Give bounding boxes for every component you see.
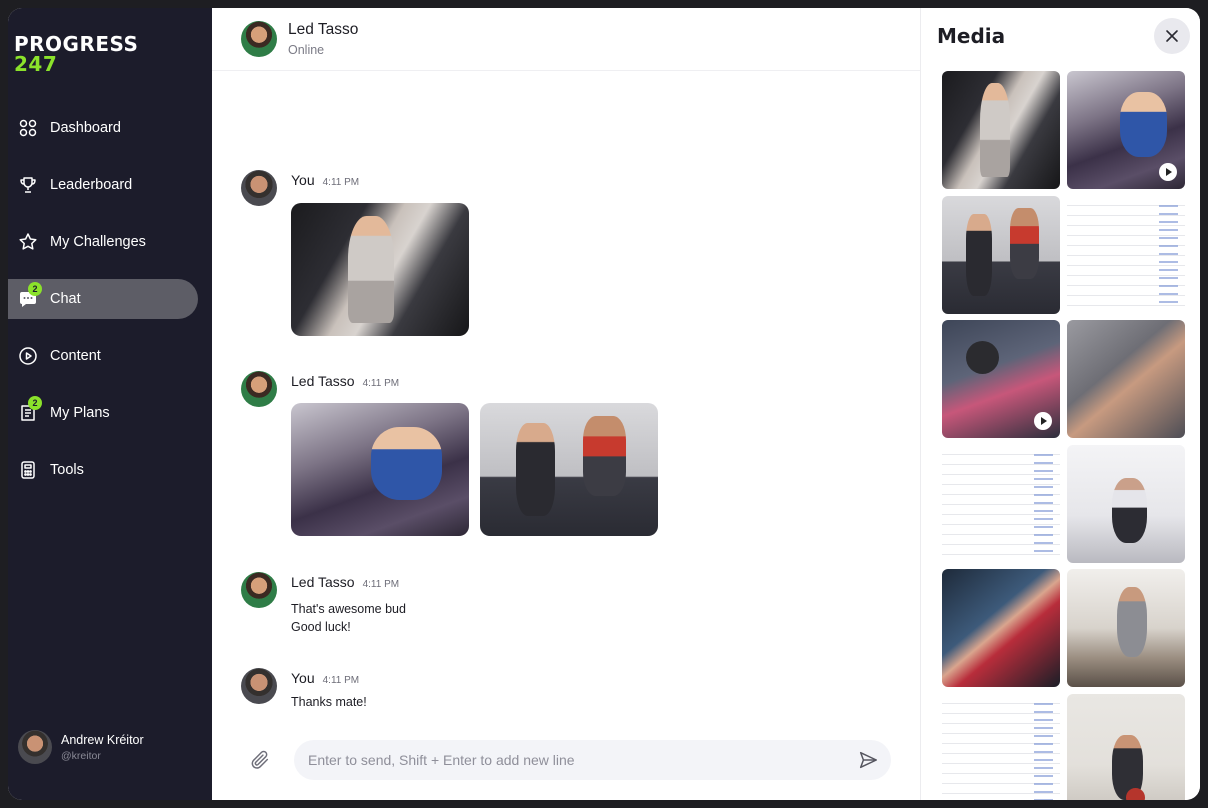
sidebar-item-label: Content [50,348,101,364]
chat-badge: 2 [28,282,42,296]
message-line: That's awesome bud [291,602,406,616]
avatar [241,170,277,206]
message-time: 4:11 PM [362,378,400,389]
contact-status: Online [288,43,325,57]
media-thumbnail[interactable] [1067,569,1185,687]
avatar [18,730,52,764]
media-thumbnail[interactable] [1067,196,1185,314]
trophy-icon [18,175,38,195]
avatar [241,371,277,407]
message-text: That's awesome bud Good luck! [291,600,406,636]
message-line: Good luck! [291,620,351,634]
calculator-icon [18,460,38,480]
sidebar-item-label: My Plans [50,405,110,421]
media-thumbnail[interactable] [942,569,1060,687]
message-time: 4:11 PM [362,579,400,590]
message-sender: You [291,670,315,686]
media-thumbnail[interactable] [1067,320,1185,438]
chat-icon: 2 [18,282,42,309]
sidebar-nav: Dashboard Leaderboard My Challenges 2 Ch… [8,108,212,507]
sidebar-item-label: Chat [50,291,81,307]
sidebar-item-label: Dashboard [50,120,121,136]
star-icon [18,232,38,252]
message-sender: You [291,172,315,188]
message-meta: Led Tasso 4:11 PM [291,574,399,592]
media-panel: Media [921,8,1200,800]
document-icon: 2 [18,396,42,423]
profile-name: Andrew Kréitor [61,732,144,747]
media-title: Media [937,24,1006,48]
sidebar: PROGRESS 247 Dashboard Leaderboard My Ch… [8,8,212,800]
plans-badge: 2 [28,396,42,410]
sidebar-item-my-plans[interactable]: 2 My Plans [8,393,212,433]
media-thumbnail[interactable] [1067,71,1185,189]
message-text: Thanks mate! [291,693,367,711]
message-meta: Led Tasso 4:11 PM [291,373,399,391]
logo-line-2: 247 [14,52,58,76]
message-time: 4:11 PM [322,675,360,686]
close-icon [1166,30,1178,42]
sidebar-item-label: My Challenges [50,234,146,250]
play-icon [1034,412,1052,430]
app-window: PROGRESS 247 Dashboard Leaderboard My Ch… [8,8,1200,800]
sidebar-item-tools[interactable]: Tools [8,450,212,490]
media-thumbnail[interactable] [1067,445,1185,563]
message-time: 4:11 PM [322,177,360,188]
send-icon[interactable] [857,749,879,771]
media-thumbnail[interactable] [942,71,1060,189]
logo[interactable]: PROGRESS 247 [14,34,138,74]
message-sender: Led Tasso [291,574,355,590]
sidebar-item-label: Tools [50,462,84,478]
avatar [241,572,277,608]
close-button[interactable] [1154,18,1190,54]
media-thumbnail[interactable] [942,196,1060,314]
media-thumbnail[interactable] [942,694,1060,800]
user-profile[interactable]: Andrew Kréitor @kreitor [18,730,144,764]
paperclip-icon[interactable] [249,749,271,771]
media-thumbnail[interactable] [942,320,1060,438]
media-thumbnail[interactable] [1067,694,1185,800]
contact-avatar[interactable] [241,21,277,57]
play-icon [1159,163,1177,181]
message-image[interactable] [291,403,469,536]
sidebar-item-dashboard[interactable]: Dashboard [8,108,212,148]
sidebar-item-leaderboard[interactable]: Leaderboard [8,165,212,205]
avatar [241,668,277,704]
sidebar-item-label: Leaderboard [50,177,133,193]
play-circle-icon [18,346,38,366]
message-image[interactable] [480,403,658,536]
message-composer [241,738,891,782]
contact-name[interactable]: Led Tasso [288,21,358,39]
message-line: Thanks mate! [291,695,367,709]
profile-handle: @kreitor [61,749,101,762]
message-image[interactable] [291,203,469,336]
grid-icon [18,118,38,138]
message-sender: Led Tasso [291,373,355,389]
message-input[interactable] [308,752,857,768]
sidebar-item-my-challenges[interactable]: My Challenges [8,222,212,262]
message-meta: You 4:11 PM [291,670,359,688]
sidebar-item-content[interactable]: Content [8,336,212,376]
chat-header: Led Tasso Online [212,8,920,71]
sidebar-item-chat[interactable]: 2 Chat [8,279,198,319]
media-thumbnail[interactable] [942,445,1060,563]
message-meta: You 4:11 PM [291,172,359,190]
message-input-wrapper [294,740,891,780]
logo-line-1: PROGRESS [14,32,139,56]
chat-panel: Led Tasso Online You 4:11 PM Led Tasso 4:1… [212,8,921,800]
